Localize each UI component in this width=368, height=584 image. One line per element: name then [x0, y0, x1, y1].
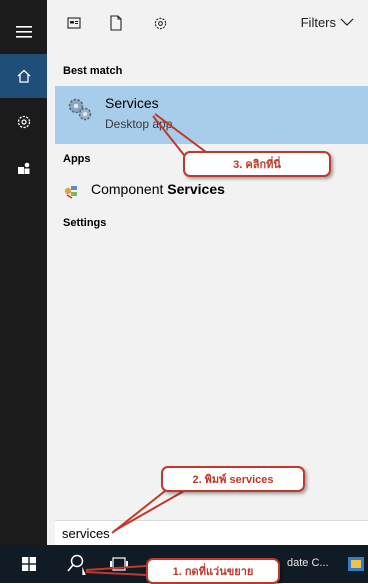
home-button[interactable]: [0, 54, 47, 98]
user-icon: [17, 162, 29, 174]
best-match-heading: Best match: [63, 65, 123, 77]
document-filter-button[interactable]: [107, 14, 125, 32]
documents-filter-button[interactable]: [65, 14, 83, 32]
left-rail: [0, 0, 47, 545]
hamburger-menu-button[interactable]: [0, 10, 47, 54]
component-services-item[interactable]: Component Services: [55, 178, 368, 204]
gear-icon: [17, 115, 30, 129]
hamburger-icon: [15, 26, 32, 38]
chevron-down-icon: [340, 18, 354, 26]
settings-filter-button[interactable]: [151, 14, 169, 32]
settings-button[interactable]: [0, 100, 47, 144]
taskbar-app-label[interactable]: date C...: [287, 557, 329, 569]
component-services-label: Component Services: [91, 181, 225, 197]
user-button[interactable]: [0, 146, 47, 190]
search-input[interactable]: services: [62, 526, 110, 541]
start-button[interactable]: [12, 545, 46, 583]
component-services-label-bold: Services: [167, 181, 225, 197]
search-box[interactable]: services: [55, 520, 368, 546]
task-view-icon: [110, 557, 128, 571]
taskbar-search-button[interactable]: [58, 545, 94, 583]
callout-step3: 3. คลิกที่นี่: [183, 151, 331, 177]
app-icon: [348, 557, 364, 571]
document-icon: [110, 15, 122, 31]
services-gears-icon: [68, 98, 92, 121]
callout-step1: 1. กดที่แว่นขยาย: [146, 558, 280, 584]
settings-heading: Settings: [63, 217, 107, 229]
home-icon: [17, 69, 30, 83]
best-match-services-item[interactable]: Services Desktop app: [55, 86, 368, 144]
filters-dropdown[interactable]: Filters: [301, 15, 354, 30]
component-services-icon: [64, 186, 77, 199]
component-services-label-prefix: Component: [91, 181, 168, 197]
settings-icon: [154, 17, 166, 29]
apps-heading: Apps: [63, 153, 91, 165]
callout-step2: 2. พิมพ์ services: [161, 466, 305, 492]
task-view-button[interactable]: [104, 545, 134, 583]
search-icon: [67, 554, 86, 575]
filter-bar: Filters: [47, 0, 368, 46]
filters-label: Filters: [300, 15, 336, 30]
search-results-panel: Filters Best match Services Desktop app …: [47, 0, 368, 546]
best-match-title: Services: [105, 95, 159, 111]
documents-icon: [67, 17, 81, 29]
windows-start-icon: [22, 557, 36, 571]
best-match-subtitle: Desktop app: [105, 117, 173, 131]
taskbar-app-button[interactable]: [345, 545, 367, 583]
